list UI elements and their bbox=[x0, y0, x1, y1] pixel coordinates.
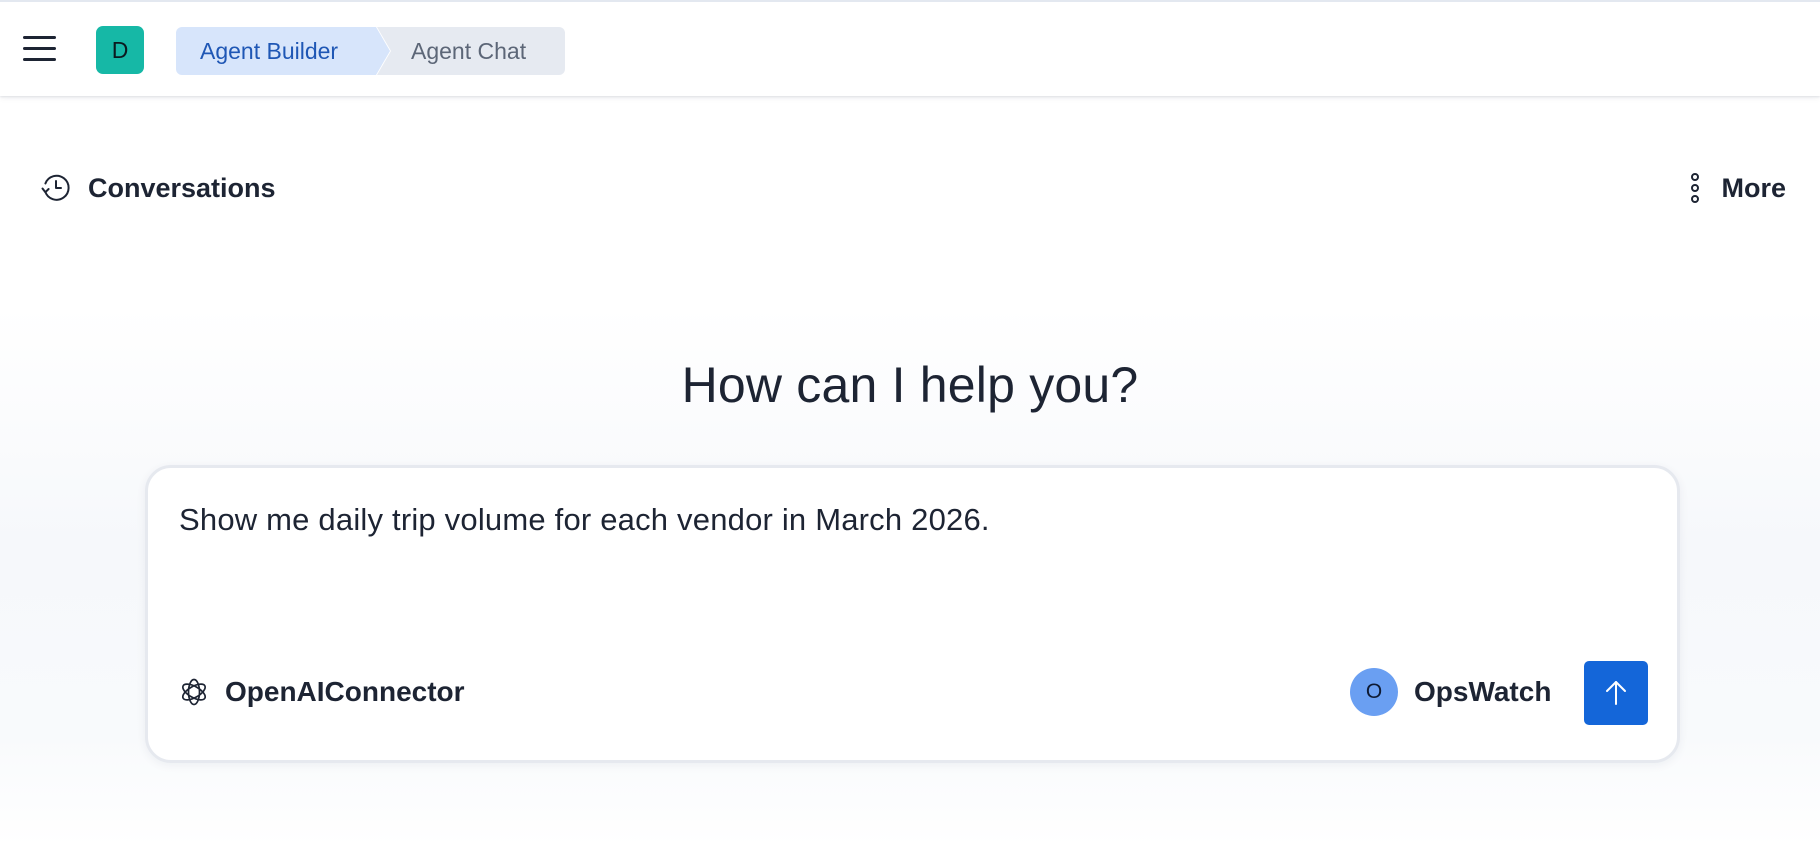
hamburger-menu-icon[interactable] bbox=[20, 32, 60, 66]
openai-logo-icon bbox=[181, 678, 207, 706]
breadcrumb-item-agent-builder[interactable]: Agent Builder bbox=[176, 27, 390, 75]
agent-label: OpsWatch bbox=[1414, 676, 1552, 707]
conversations-label: Conversations bbox=[88, 172, 276, 203]
connector-label: OpenAIConnector bbox=[225, 676, 465, 707]
menu-bar-top bbox=[23, 36, 56, 39]
menu-bar-bottom bbox=[23, 58, 56, 61]
conversations-button[interactable]: Conversations bbox=[40, 168, 276, 208]
more-button[interactable]: More bbox=[1689, 168, 1786, 208]
prompt-card: Show me daily trip volume for each vendo… bbox=[145, 465, 1680, 763]
breadcrumb-item-agent-chat[interactable]: Agent Chat bbox=[377, 27, 565, 75]
history-clock-icon bbox=[41, 174, 70, 201]
more-label: More bbox=[1721, 172, 1786, 203]
arrow-up-icon bbox=[1606, 681, 1626, 705]
space-avatar[interactable]: D bbox=[96, 26, 144, 74]
prompt-input[interactable]: Show me daily trip volume for each vendo… bbox=[179, 502, 1639, 538]
vertical-dots-icon bbox=[1691, 173, 1700, 203]
agent-selector[interactable]: O OpsWatch bbox=[1350, 668, 1551, 716]
menu-bar-middle bbox=[23, 47, 56, 50]
main-content: Conversations More How can I help you? S… bbox=[0, 96, 1820, 846]
page-headline: How can I help you? bbox=[681, 357, 1139, 413]
top-header: D Agent Builder Agent Chat bbox=[0, 0, 1820, 96]
send-button[interactable] bbox=[1584, 661, 1648, 725]
agent-avatar: O bbox=[1350, 668, 1398, 716]
connector-selector[interactable]: OpenAIConnector bbox=[179, 672, 465, 712]
